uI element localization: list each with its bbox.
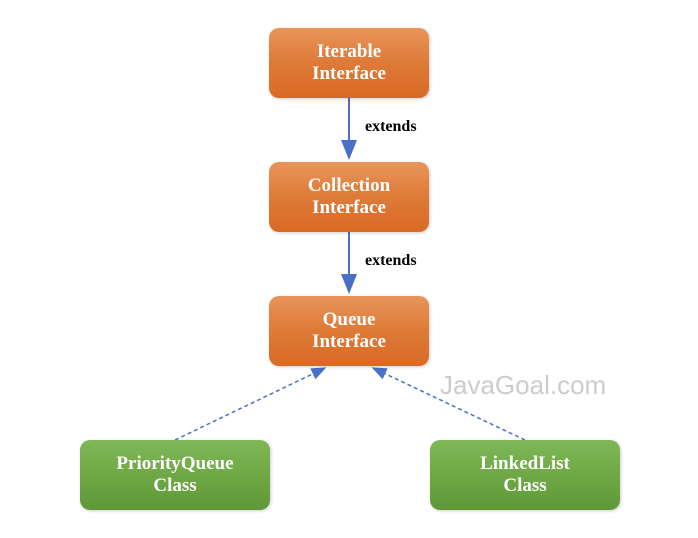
node-iterable-interface: Iterable Interface bbox=[269, 28, 429, 98]
node-linkedlist-class: LinkedList Class bbox=[430, 440, 620, 510]
node-label-line1: Iterable bbox=[317, 41, 381, 63]
edge-label-extends-2: extends bbox=[365, 252, 417, 270]
arrow-priorityqueue-queue bbox=[175, 368, 325, 440]
node-label-line2: Class bbox=[153, 475, 196, 497]
node-label-line1: Collection bbox=[308, 175, 390, 197]
node-label-line2: Interface bbox=[312, 197, 386, 219]
node-label-line1: PriorityQueue bbox=[116, 453, 233, 475]
node-collection-interface: Collection Interface bbox=[269, 162, 429, 232]
watermark-text: JavaGoal.com bbox=[440, 370, 606, 401]
edge-label-extends-1: extends bbox=[365, 118, 417, 136]
node-label-line2: Interface bbox=[312, 331, 386, 353]
node-priorityqueue-class: PriorityQueue Class bbox=[80, 440, 270, 510]
node-label-line1: LinkedList bbox=[480, 453, 570, 475]
node-label-line2: Interface bbox=[312, 63, 386, 85]
node-label-line1: Queue bbox=[323, 309, 376, 331]
node-queue-interface: Queue Interface bbox=[269, 296, 429, 366]
node-label-line2: Class bbox=[503, 475, 546, 497]
